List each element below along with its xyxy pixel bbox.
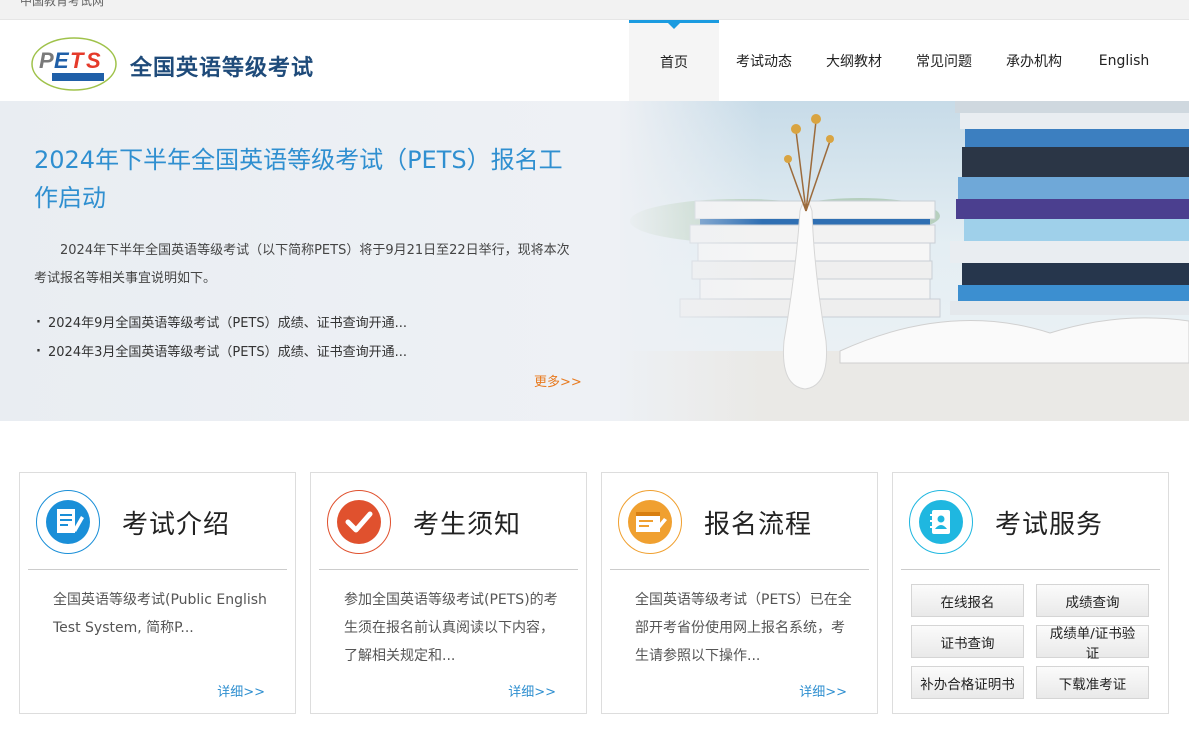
- details-link[interactable]: 详细>>: [217, 681, 265, 700]
- nav-organizers[interactable]: 承办机构: [989, 20, 1079, 101]
- news-item[interactable]: 2024年3月全国英语等级考试（PETS）成绩、证书查询开通...: [34, 337, 574, 367]
- card-divider: [901, 569, 1160, 570]
- card-exam-intro: 考试介绍 全国英语等级考试(Public English Test System…: [19, 472, 296, 714]
- score-query-button[interactable]: 成绩查询: [1036, 584, 1149, 617]
- card-description: 全国英语等级考试(Public English Test System, 简称P…: [53, 592, 267, 636]
- contacts-book-icon: [909, 490, 973, 554]
- header: P E T S 全国英语等级考试 首页 考试动态 大纲教材 常见问题 承办机构 …: [0, 20, 1189, 101]
- nav-faq[interactable]: 常见问题: [899, 20, 989, 101]
- banner-headline[interactable]: 2024年下半年全国英语等级考试（PETS）报名工作启动: [34, 141, 574, 217]
- card-title[interactable]: 考试介绍: [122, 504, 230, 541]
- banner-summary: 2024年下半年全国英语等级考试（以下简称PETS）将于9月21日至22日举行，…: [34, 243, 570, 286]
- card-title[interactable]: 考试服务: [995, 504, 1103, 541]
- hero-banner: 2024年下半年全国英语等级考试（PETS）报名工作启动 2024年下半年全国英…: [0, 101, 1189, 421]
- document-pen-icon: [36, 490, 100, 554]
- reissue-certificate-button[interactable]: 补办合格证明书: [911, 666, 1024, 699]
- pets-logo[interactable]: P E T S: [30, 36, 118, 92]
- nav-english[interactable]: English: [1079, 20, 1169, 101]
- books-vase-illustration: [620, 101, 1189, 421]
- nav-exam-news[interactable]: 考试动态: [719, 20, 809, 101]
- svg-text:E: E: [54, 48, 70, 73]
- details-link[interactable]: 详细>>: [508, 681, 556, 700]
- card-divider: [319, 569, 578, 570]
- card-title[interactable]: 报名流程: [704, 504, 812, 541]
- card-exam-services: 考试服务 在线报名 成绩查询 证书查询 成绩单/证书验证 补办合格证明书 下载准…: [892, 472, 1169, 714]
- svg-text:P: P: [39, 48, 54, 73]
- svg-text:S: S: [86, 48, 101, 73]
- news-list: 2024年9月全国英语等级考试（PETS）成绩、证书查询开通... 2024年3…: [34, 308, 574, 367]
- card-divider: [28, 569, 287, 570]
- certificate-verify-button[interactable]: 成绩单/证书验证: [1036, 625, 1149, 662]
- site-link[interactable]: 中国教育考试网: [20, 0, 104, 9]
- details-link[interactable]: 详细>>: [799, 681, 847, 700]
- more-news-link[interactable]: 更多>>: [534, 371, 582, 390]
- feature-cards: 考试介绍 全国英语等级考试(Public English Test System…: [19, 472, 1169, 714]
- card-title[interactable]: 考生须知: [413, 504, 521, 541]
- form-pen-icon: [618, 490, 682, 554]
- card-candidate-notice: 考生须知 参加全国英语等级考试(PETS)的考生须在报名前认真阅读以下内容，了解…: [310, 472, 587, 714]
- download-admission-ticket-button[interactable]: 下载准考证: [1036, 666, 1149, 699]
- checkmark-icon: [327, 490, 391, 554]
- nav-syllabus[interactable]: 大纲教材: [809, 20, 899, 101]
- card-description: 全国英语等级考试（PETS）已在全部开考省份使用网上报名系统，考生请参照以下操作…: [635, 592, 852, 664]
- card-description: 参加全国英语等级考试(PETS)的考生须在报名前认真阅读以下内容，了解相关规定和…: [344, 592, 558, 664]
- news-item[interactable]: 2024年9月全国英语等级考试（PETS）成绩、证书查询开通...: [34, 308, 574, 338]
- top-strip: 中国教育考试网: [0, 0, 1189, 20]
- card-divider: [610, 569, 869, 570]
- main-nav: 首页 考试动态 大纲教材 常见问题 承办机构 English: [629, 20, 1169, 101]
- card-registration-process: 报名流程 全国英语等级考试（PETS）已在全部开考省份使用网上报名系统，考生请参…: [601, 472, 878, 714]
- svg-text:T: T: [70, 48, 85, 73]
- nav-home[interactable]: 首页: [629, 20, 719, 101]
- certificate-query-button[interactable]: 证书查询: [911, 625, 1024, 658]
- online-registration-button[interactable]: 在线报名: [911, 584, 1024, 617]
- brand-title[interactable]: 全国英语等级考试: [130, 50, 314, 82]
